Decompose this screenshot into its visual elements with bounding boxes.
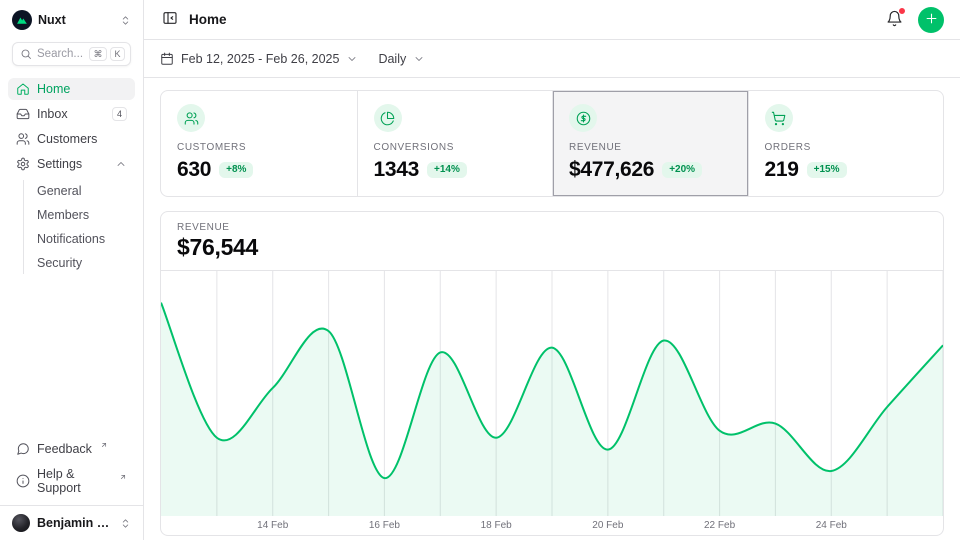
chevrons-up-down-icon: [120, 15, 131, 26]
x-tick-label: 14 Feb: [257, 520, 288, 531]
search-box[interactable]: ⌘K: [12, 42, 131, 66]
kbd-key: ⌘: [89, 47, 107, 61]
sidebar-item-settings[interactable]: Settings: [8, 153, 135, 175]
sidebar-item-home[interactable]: Home: [8, 78, 135, 100]
stat-delta-badge: +8%: [219, 162, 253, 178]
x-tick-label: 16 Feb: [369, 520, 400, 531]
sidebar-subitem-members[interactable]: Members: [24, 204, 135, 226]
sidebar: Nuxt ⌘K Home Inbox 4 Customers Settings Gener…: [0, 0, 144, 540]
stat-value: 219: [765, 158, 799, 182]
chart-header: REVENUE $76,544: [161, 212, 943, 271]
chart-title: REVENUE: [177, 222, 927, 233]
stat-value: 1343: [374, 158, 420, 182]
stat-delta-badge: +20%: [662, 162, 702, 178]
workspace-name: Nuxt: [38, 13, 66, 27]
notifications-button[interactable]: [884, 8, 905, 32]
sidebar-nav: Home Inbox 4 Customers Settings GeneralMember…: [0, 78, 143, 276]
x-tick-label: 18 Feb: [481, 520, 512, 531]
revenue-chart-card: REVENUE $76,544 14 Feb 16 Feb 18 Feb 20 Feb…: [160, 211, 944, 536]
stat-delta-badge: +15%: [807, 162, 847, 178]
external-link-icon: [100, 441, 108, 449]
panel-left-close-icon: [162, 10, 178, 29]
stat-label: CUSTOMERS: [177, 142, 341, 153]
search-input[interactable]: [37, 48, 84, 60]
revenue-chart[interactable]: 14 Feb 16 Feb 18 Feb 20 Feb 22 Feb 24 Feb: [161, 271, 943, 535]
chevrons-up-down-icon: [120, 518, 131, 529]
avatar: [12, 514, 30, 532]
dollar-circle-icon: [569, 104, 597, 132]
search-shortcut: ⌘K: [89, 47, 125, 61]
chat-bubble-icon: [16, 442, 30, 456]
sidebar-subnav: GeneralMembersNotificationsSecurity: [23, 180, 135, 274]
inbox-count-badge: 4: [112, 107, 127, 121]
top-header: Home: [144, 0, 960, 40]
sidebar-item-label: Help & Support: [37, 467, 111, 495]
sidebar-item-label: Inbox: [37, 107, 68, 121]
nuxt-logo-icon: [12, 10, 32, 30]
user-menu[interactable]: Benjamin Canac: [0, 505, 143, 540]
sidebar-subitem-general[interactable]: General: [24, 180, 135, 202]
chart-current-value: $76,544: [177, 234, 927, 261]
stat-label: REVENUE: [569, 142, 732, 153]
kbd-key: K: [110, 47, 125, 61]
page-title: Home: [189, 12, 227, 27]
stat-card-revenue[interactable]: REVENUE $477,626 +20%: [552, 91, 748, 196]
date-range-picker[interactable]: Feb 12, 2025 - Feb 26, 2025: [160, 52, 358, 66]
period-value: Daily: [378, 52, 406, 66]
sidebar-item-label: Home: [37, 82, 70, 96]
x-tick-label: 22 Feb: [704, 520, 735, 531]
x-tick-label: 24 Feb: [816, 520, 847, 531]
workspace-switcher[interactable]: Nuxt: [0, 0, 143, 38]
stat-card-conversions[interactable]: CONVERSIONS 1343 +14%: [357, 91, 553, 196]
search-icon: [20, 48, 32, 60]
period-select[interactable]: Daily: [378, 52, 425, 66]
add-button[interactable]: [918, 7, 944, 33]
notification-dot: [898, 7, 906, 15]
date-range-value: Feb 12, 2025 - Feb 26, 2025: [181, 52, 339, 66]
stat-card-orders[interactable]: ORDERS 219 +15%: [748, 91, 944, 196]
sidebar-subitem-security[interactable]: Security: [24, 252, 135, 274]
stats-row: CUSTOMERS 630 +8% CONVERSIONS 1343 +14% REVENU…: [160, 90, 944, 197]
gear-icon: [16, 157, 30, 171]
sidebar-item-label: Customers: [37, 132, 97, 146]
stat-value: $477,626: [569, 158, 654, 182]
x-tick-label: 20 Feb: [592, 520, 623, 531]
chevron-down-icon: [413, 53, 425, 65]
home-icon: [16, 82, 30, 96]
chevron-up-icon: [115, 158, 127, 170]
sidebar-item-inbox[interactable]: Inbox 4: [8, 103, 135, 125]
chart-x-axis: 14 Feb 16 Feb 18 Feb 20 Feb 22 Feb 24 Feb: [161, 517, 943, 535]
app-window: Nuxt ⌘K Home Inbox 4 Customers Settings Gener…: [0, 0, 960, 540]
user-name: Benjamin Canac: [37, 516, 113, 530]
sidebar-item-label: Settings: [37, 157, 82, 171]
stat-card-customers[interactable]: CUSTOMERS 630 +8%: [161, 91, 357, 196]
stat-value: 630: [177, 158, 211, 182]
users-icon: [177, 104, 205, 132]
dashboard-content: CUSTOMERS 630 +8% CONVERSIONS 1343 +14% REVENU…: [144, 78, 960, 540]
external-link-icon: [119, 473, 127, 481]
pie-chart-icon: [374, 104, 402, 132]
sidebar-item-customers[interactable]: Customers: [8, 128, 135, 150]
collapse-sidebar-button[interactable]: [160, 8, 180, 31]
plus-icon: [924, 11, 939, 29]
revenue-chart-svg: [161, 271, 943, 517]
users-icon: [16, 132, 30, 146]
sidebar-subitem-notifications[interactable]: Notifications: [24, 228, 135, 250]
stat-label: ORDERS: [765, 142, 928, 153]
filters-toolbar: Feb 12, 2025 - Feb 26, 2025 Daily: [144, 40, 960, 78]
main-area: Home Feb 12, 2025 - Feb 26, 2025 Daily: [144, 0, 960, 540]
stat-label: CONVERSIONS: [374, 142, 537, 153]
info-icon: [16, 474, 30, 488]
stat-delta-badge: +14%: [427, 162, 467, 178]
chevron-down-icon: [346, 53, 358, 65]
cart-icon: [765, 104, 793, 132]
sidebar-item-label: Feedback: [37, 442, 92, 456]
calendar-icon: [160, 52, 174, 66]
inbox-icon: [16, 107, 30, 121]
sidebar-footer-links: Feedback Help & Support: [0, 438, 143, 505]
sidebar-item-help-support[interactable]: Help & Support: [8, 463, 135, 499]
sidebar-item-feedback[interactable]: Feedback: [8, 438, 135, 460]
